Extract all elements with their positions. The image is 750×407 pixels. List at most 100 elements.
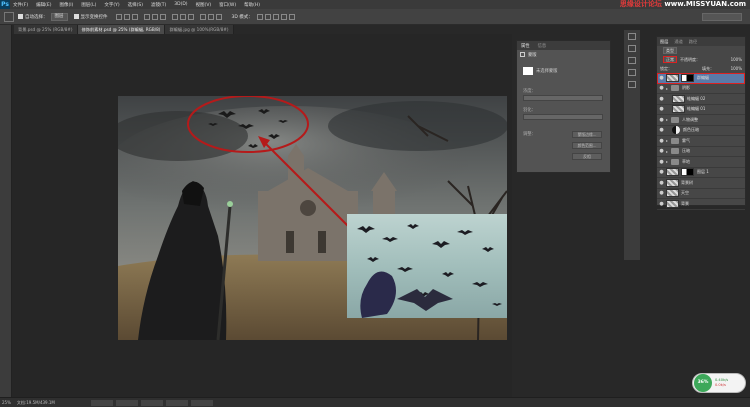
- layer-row[interactable]: ● 颜色压暗: [657, 126, 745, 136]
- move-tool-icon[interactable]: [4, 11, 14, 22]
- visibility-eye-icon[interactable]: ●: [657, 96, 666, 102]
- tab-paths[interactable]: 路径: [686, 39, 700, 45]
- taskbar-item[interactable]: [140, 399, 163, 406]
- menu-view[interactable]: 视图(V): [196, 2, 212, 8]
- align-right-icon[interactable]: [159, 13, 166, 20]
- taskbar-item[interactable]: [165, 399, 188, 406]
- mask-edge-button[interactable]: 蒙版边缘...: [572, 131, 602, 138]
- distribute-bottom-icon[interactable]: [187, 13, 194, 20]
- character-icon[interactable]: [628, 57, 636, 64]
- visibility-eye-icon[interactable]: ●: [657, 106, 666, 112]
- layer-row[interactable]: ● 蛙蝙蝠 01: [657, 105, 745, 115]
- distribute-right-icon[interactable]: [215, 13, 222, 20]
- panel-icon-strip: [624, 30, 640, 260]
- auto-select-dropdown[interactable]: 图层: [50, 12, 68, 21]
- visibility-eye-icon[interactable]: ●: [657, 148, 666, 154]
- visibility-eye-icon[interactable]: ●: [657, 201, 666, 207]
- visibility-eye-icon[interactable]: ●: [657, 127, 666, 133]
- 3d-rotate-icon[interactable]: [256, 13, 263, 20]
- layer-thumbnail: [666, 73, 679, 82]
- visibility-eye-icon[interactable]: ●: [657, 169, 666, 175]
- swatches-icon[interactable]: [628, 81, 636, 88]
- distribute-top-icon[interactable]: [171, 13, 178, 20]
- menu-edit[interactable]: 编辑(E): [36, 2, 51, 8]
- visibility-eye-icon[interactable]: ●: [657, 180, 666, 186]
- menu-file[interactable]: 文件(F): [13, 2, 28, 8]
- align-bottom-icon[interactable]: [131, 13, 138, 20]
- visibility-eye-icon[interactable]: ●: [657, 159, 666, 165]
- layer-row[interactable]: ● 群蝙蝠: [657, 73, 745, 84]
- align-middle-icon[interactable]: [123, 13, 130, 20]
- distribute-center-icon[interactable]: [207, 13, 214, 20]
- layer-row[interactable]: ● 图层 1: [657, 168, 745, 178]
- mask-icon: [520, 52, 525, 57]
- tab-properties[interactable]: 属性: [517, 43, 534, 49]
- brush-icon[interactable]: [628, 45, 636, 52]
- 3d-slide-icon[interactable]: [280, 13, 287, 20]
- zoom-level[interactable]: 25%: [2, 400, 11, 405]
- menu-window[interactable]: 窗口(W): [219, 2, 236, 8]
- tab-channels[interactable]: 通道: [671, 39, 685, 45]
- blend-mode-dropdown[interactable]: 正常: [663, 56, 677, 63]
- fill-input[interactable]: 100%: [731, 66, 742, 71]
- distribute-left-icon[interactable]: [199, 13, 206, 20]
- doc-tab-composite[interactable]: 修饰前素材.psd @ 25% (群蝙蝠, RGB/8): [77, 25, 166, 34]
- layer-mask-thumbnail[interactable]: [681, 168, 694, 177]
- taskbar-item[interactable]: [115, 399, 138, 406]
- layer-row[interactable]: ● ▸ 草地: [657, 157, 745, 168]
- tab-info[interactable]: 信息: [534, 43, 551, 49]
- visibility-eye-icon[interactable]: ●: [657, 138, 666, 144]
- menu-layer[interactable]: 图层(L): [81, 2, 96, 8]
- doc-tab-background[interactable]: 背景.psd @ 25% (RGB/8#): [14, 25, 78, 34]
- show-transform-checkbox[interactable]: [73, 14, 79, 19]
- auto-select-checkbox[interactable]: [18, 14, 23, 19]
- menu-select[interactable]: 选择(S): [128, 2, 143, 8]
- 3d-roll-icon[interactable]: [264, 13, 271, 20]
- layer-row[interactable]: ● ▸ 压暗: [657, 147, 745, 157]
- layer-thumbnail: [666, 178, 679, 187]
- density-slider[interactable]: [523, 95, 603, 101]
- layer-row[interactable]: ● ▸ 阴影: [657, 84, 745, 94]
- taskbar: [90, 399, 216, 406]
- history-icon[interactable]: [628, 33, 636, 40]
- feather-slider[interactable]: [523, 114, 603, 120]
- align-center-icon[interactable]: [151, 13, 158, 20]
- layer-row[interactable]: ● ▸ 雾气: [657, 136, 745, 147]
- tab-layers[interactable]: 图层: [657, 39, 671, 45]
- layer-row[interactable]: ● 蛙蝙蝠 02: [657, 94, 745, 105]
- doc-tab-bats[interactable]: 群蝙蝠.jpg @ 100%(RGB/8#): [165, 25, 234, 34]
- color-range-button[interactable]: 颜色范围...: [572, 142, 602, 149]
- align-left-icon[interactable]: [143, 13, 150, 20]
- opacity-input[interactable]: 100%: [731, 57, 742, 62]
- bats-overlay-image[interactable]: [347, 214, 507, 318]
- layer-row[interactable]: ● 背景树: [657, 178, 745, 189]
- menu-3d[interactable]: 3D(D): [174, 2, 187, 7]
- layer-filter-dropdown[interactable]: 类型: [663, 47, 677, 54]
- align-top-icon[interactable]: [115, 13, 122, 20]
- menu-filter[interactable]: 滤镜(T): [151, 2, 166, 8]
- layer-name: 颜色压暗: [683, 127, 699, 133]
- visibility-eye-icon[interactable]: ●: [657, 85, 666, 91]
- download-speed: 0.0k/s: [715, 383, 726, 387]
- menu-image[interactable]: 图像(I): [59, 2, 73, 8]
- layer-row[interactable]: ● ▸ 人物调整: [657, 115, 745, 126]
- menu-help[interactable]: 帮助(H): [244, 2, 260, 8]
- 3d-scale-icon[interactable]: [288, 13, 295, 20]
- layer-mask-thumbnail[interactable]: [681, 73, 694, 82]
- speed-gauge: 36%: [694, 374, 712, 392]
- taskbar-item[interactable]: [190, 399, 213, 406]
- layer-name: 背景: [681, 200, 689, 206]
- layer-row[interactable]: ● 天空: [657, 189, 745, 199]
- taskbar-item[interactable]: [90, 399, 113, 406]
- visibility-eye-icon[interactable]: ●: [657, 117, 666, 123]
- invert-button[interactable]: 反相: [572, 153, 602, 160]
- visibility-eye-icon[interactable]: ●: [657, 75, 666, 81]
- paragraph-icon[interactable]: [628, 69, 636, 76]
- distribute-middle-icon[interactable]: [179, 13, 186, 20]
- menu-type[interactable]: 文字(Y): [104, 2, 119, 8]
- workspace-switcher[interactable]: [702, 13, 742, 21]
- 3d-drag-icon[interactable]: [272, 13, 279, 20]
- visibility-eye-icon[interactable]: ●: [657, 190, 666, 196]
- adjustment-icon: [672, 126, 680, 135]
- layer-row[interactable]: ● 背景: [657, 199, 745, 210]
